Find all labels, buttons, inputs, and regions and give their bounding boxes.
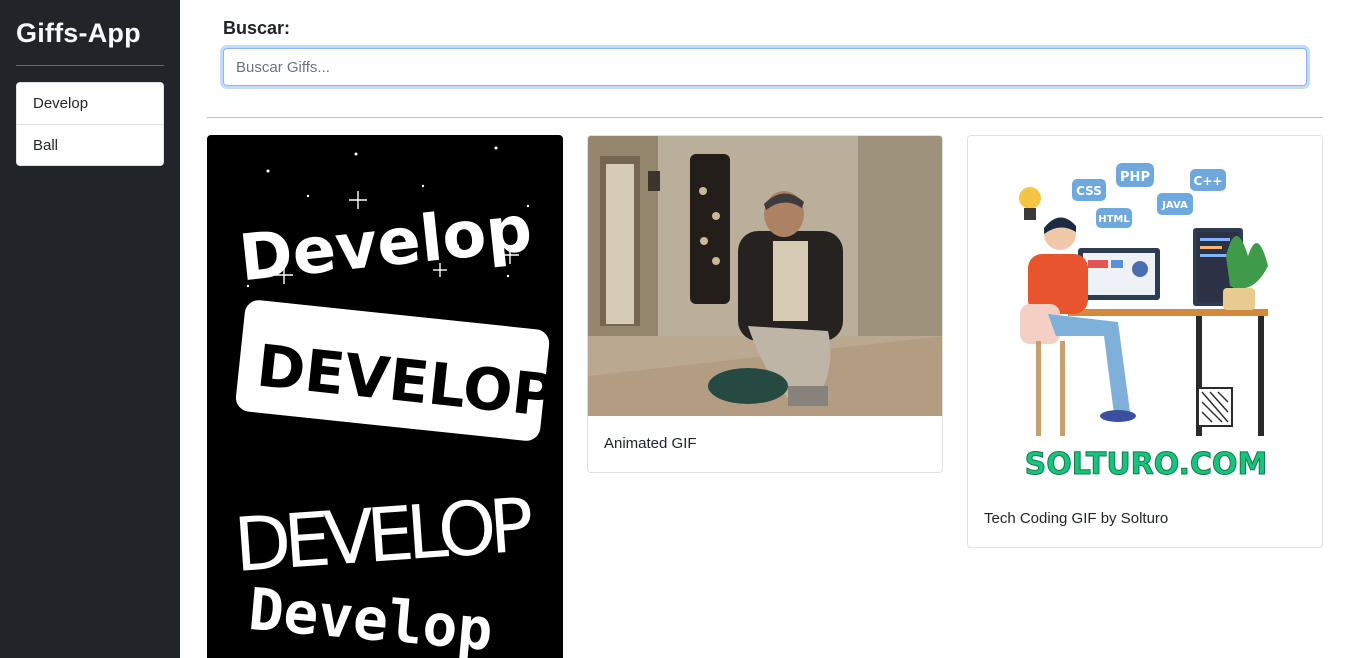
gif-card-animated[interactable]: Animated GIF: [587, 135, 943, 473]
gif-image-animated[interactable]: [588, 136, 942, 416]
search-label: Buscar:: [223, 18, 291, 38]
content-divider: [207, 117, 1323, 118]
bubble-php: PHP: [1120, 170, 1150, 185]
sidebar-divider: [16, 65, 164, 66]
gif-title-solturo: Tech Coding GIF by Solturo: [984, 510, 1169, 527]
gif-image-solturo[interactable]: CSS PHP C++ HTML JAVA SOLTURO.COM: [968, 136, 1322, 491]
bubble-html: HTML: [1098, 214, 1130, 225]
main-content: Buscar: Develop: [207, 0, 1323, 658]
app-brand: Giffs-App: [16, 18, 141, 48]
gif-card-develop[interactable]: Develop DEVELOP DEVELOP Develop: [207, 135, 563, 658]
bubble-java: JAVA: [1161, 200, 1188, 211]
solturo-brand-text: SOLTURO.COM: [1025, 447, 1268, 482]
sidebar: Giffs-App Develop Ball: [0, 0, 180, 658]
search-history-list: Develop Ball: [16, 82, 164, 166]
history-item-develop[interactable]: Develop: [17, 83, 163, 124]
bubble-css: CSS: [1076, 184, 1102, 198]
gif-image-develop[interactable]: Develop DEVELOP DEVELOP Develop: [208, 136, 562, 658]
gif-card-solturo[interactable]: CSS PHP C++ HTML JAVA SOLTURO.COM Tech C…: [967, 135, 1323, 548]
bubble-cpp: C++: [1194, 174, 1223, 188]
history-item-ball[interactable]: Ball: [17, 124, 163, 165]
gif-title-animated: Animated GIF: [604, 435, 697, 452]
search-input[interactable]: [223, 48, 1307, 86]
